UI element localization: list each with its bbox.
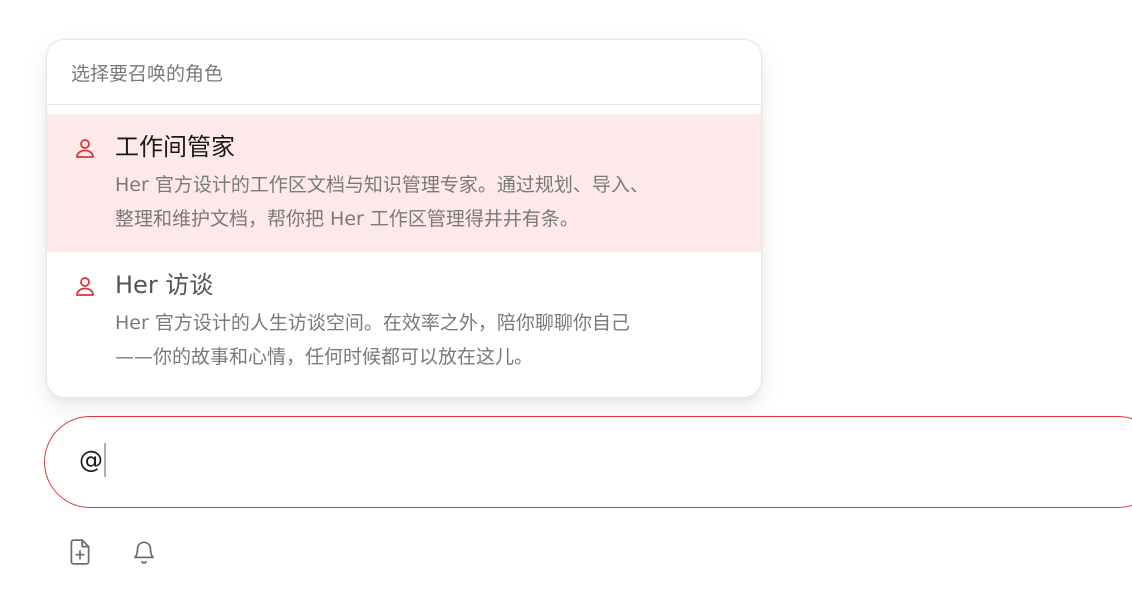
popup-header: 选择要召唤的角色 (47, 40, 761, 105)
message-input-text[interactable]: @ (79, 443, 106, 477)
add-file-icon (70, 539, 90, 565)
description-line: ——你的故事和心情，任何时候都可以放在这儿。 (115, 346, 534, 368)
text-caret (104, 443, 106, 477)
description-line: 整理和维护文档，帮你把 Her 工作区管理得井井有条。 (115, 208, 579, 230)
bell-icon (133, 541, 155, 564)
description-line: Her 官方设计的人生访谈空间。在效率之外，陪你聊聊你自己 (115, 312, 630, 334)
role-option-title: Her 访谈 (115, 271, 214, 299)
user-icon (76, 139, 94, 158)
role-option-her-interview[interactable]: Her 访谈 Her 官方设计的人生访谈空间。在效率之外，陪你聊聊你自己 ——你… (47, 252, 761, 390)
message-input[interactable]: @ (44, 416, 1132, 508)
description-line: Her 官方设计的工作区文档与知识管理专家。通过规划、导入、 (115, 174, 649, 196)
chat-page: 选择要召唤的角色 工作间管家 Her 官方设计的工作区文档与知识管理专家。通过规… (0, 0, 1132, 592)
input-value: @ (79, 446, 103, 474)
user-icon (76, 277, 94, 296)
notification-button[interactable] (130, 538, 158, 566)
role-option-description: Her 官方设计的工作区文档与知识管理专家。通过规划、导入、 整理和维护文档，帮… (115, 168, 731, 236)
role-options-list: 工作间管家 Her 官方设计的工作区文档与知识管理专家。通过规划、导入、 整理和… (47, 105, 761, 390)
role-option-title: 工作间管家 (115, 133, 235, 161)
role-mention-popup: 选择要召唤的角色 工作间管家 Her 官方设计的工作区文档与知识管理专家。通过规… (46, 39, 762, 398)
add-file-button[interactable] (66, 538, 94, 566)
role-option-workspace-steward[interactable]: 工作间管家 Her 官方设计的工作区文档与知识管理专家。通过规划、导入、 整理和… (47, 114, 761, 252)
role-option-description: Her 官方设计的人生访谈空间。在效率之外，陪你聊聊你自己 ——你的故事和心情，… (115, 306, 731, 374)
